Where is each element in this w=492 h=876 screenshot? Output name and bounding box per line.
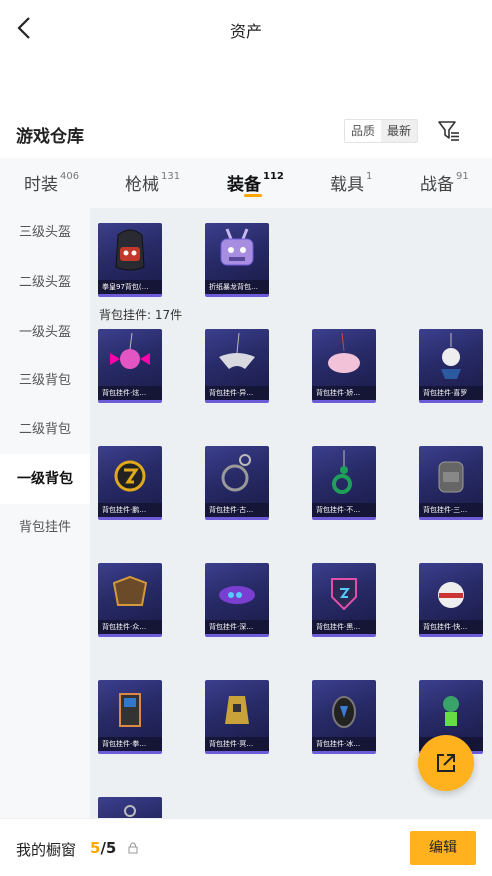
jade-pendant-icon <box>332 450 352 494</box>
pendant-group-label: 背包挂件: 17件 <box>99 308 183 322</box>
tab-count: 131 <box>161 171 181 183</box>
showcase-count: 5/5 <box>90 839 116 857</box>
tab-count: 1 <box>366 171 373 183</box>
cake-pendant-icon <box>328 332 360 373</box>
tab-label: 枪械 <box>125 175 159 195</box>
arcade-pendant-icon <box>119 693 141 727</box>
tab-equipment[interactable]: 装备 112 <box>227 170 284 195</box>
item-card[interactable]: 背包挂件·冰… <box>312 680 376 754</box>
item-name: 背包挂件·冰… <box>312 737 376 751</box>
item-name: 背包挂件·古… <box>205 503 269 517</box>
item-name: 背包挂件·快… <box>419 620 483 634</box>
item-name: 背包挂件·冥… <box>205 737 269 751</box>
character-pendant-icon <box>441 333 461 379</box>
tab-fashion[interactable]: 时装 406 <box>24 170 79 195</box>
showcase-total: 5 <box>105 839 117 857</box>
item-grid: 拳皇97背包(… 折纸暴龙背包… 背包挂件: 17件 背包挂件·炫… 背包挂件·… <box>90 208 492 818</box>
pendant-icon <box>124 805 136 817</box>
tab-count: 406 <box>60 171 80 183</box>
sort-toggle: 品质 最新 <box>344 119 419 143</box>
mascot-pendant-icon <box>438 582 464 608</box>
warehouse-header: 游戏仓库 品质 最新 <box>0 116 492 150</box>
wing-pendant-icon <box>219 332 255 369</box>
item-card[interactable]: 背包挂件·古… <box>205 446 269 520</box>
ring-pendant-icon <box>221 454 251 492</box>
item-name: 折纸暴龙背包… <box>205 280 269 294</box>
item-name: 背包挂件·深… <box>205 620 269 634</box>
item-card[interactable]: 背包挂件·三… <box>419 446 483 520</box>
item-card[interactable]: 背包挂件·鹏… <box>98 446 162 520</box>
tab-gear[interactable]: 战备 91 <box>420 170 469 195</box>
external-link-icon <box>437 754 455 772</box>
mask-pendant-icon <box>332 696 356 728</box>
submarine-pendant-icon <box>219 586 255 604</box>
sidebar-item-backpack-2[interactable]: 二级背包 <box>0 405 90 455</box>
item-card[interactable]: 背包挂件·不… <box>312 446 376 520</box>
item-card[interactable]: 背包挂件·众… <box>98 563 162 637</box>
active-tab-indicator <box>244 194 262 197</box>
sidebar-item-pendants[interactable]: 背包挂件 <box>0 503 90 553</box>
filter-icon <box>438 121 459 141</box>
tab-vehicles[interactable]: 载具 1 <box>330 170 372 195</box>
item-name: 背包挂件·拳… <box>98 737 162 751</box>
tab-label: 时装 <box>24 175 58 195</box>
item-name: 拳皇97背包(… <box>98 280 162 294</box>
sidebar-item-backpack-1[interactable]: 一级背包 <box>0 454 90 504</box>
mini-backpack-pendant-icon <box>438 461 464 493</box>
tab-count: 91 <box>456 171 469 183</box>
item-card[interactable]: 背包挂件·快… <box>419 563 483 637</box>
item-name: 背包挂件·炫… <box>98 386 162 400</box>
page-title: 资产 <box>229 22 262 41</box>
warehouse-title: 游戏仓库 <box>16 127 84 147</box>
item-name: 背包挂件·喜罗 <box>419 386 483 400</box>
item-card[interactable]: 背包挂件·异… <box>205 329 269 403</box>
item-name: 背包挂件·不… <box>312 503 376 517</box>
tab-label: 载具 <box>330 175 364 195</box>
showcase-bar: 我的橱窗 5/5 编辑 <box>0 818 492 876</box>
item-card[interactable]: 背包挂件·黑… <box>312 563 376 637</box>
sort-quality-option[interactable]: 品质 <box>345 120 382 142</box>
pharaoh-pendant-icon <box>225 696 249 724</box>
showcase-label: 我的橱窗 <box>16 841 77 859</box>
doll-pendant-icon <box>443 696 459 726</box>
filter-button[interactable] <box>436 118 462 144</box>
sidebar-item-helmet-2[interactable]: 二级头盔 <box>0 258 90 308</box>
sidebar: 三级头盔 二级头盔 一级头盔 三级背包 二级背包 一级背包 背包挂件 <box>0 208 90 818</box>
item-card[interactable]: 拳皇97背包(… <box>98 223 162 297</box>
item-card[interactable] <box>98 797 162 818</box>
share-button[interactable] <box>418 735 474 791</box>
tab-count: 112 <box>263 171 284 183</box>
tab-label: 装备 <box>227 175 261 195</box>
sort-latest-option[interactable]: 最新 <box>381 120 418 142</box>
winged-helmet-pendant-icon <box>112 575 148 606</box>
backpack-icon <box>220 228 254 266</box>
item-card[interactable]: 背包挂件·深… <box>205 563 269 637</box>
item-name: 背包挂件·鹏… <box>98 503 162 517</box>
shield-pendant-icon <box>331 578 357 611</box>
emblem-pendant-icon <box>114 460 146 492</box>
candy-pendant-icon <box>110 332 150 369</box>
top-bar: 资产 <box>0 0 492 58</box>
sidebar-item-backpack-3[interactable]: 三级背包 <box>0 356 90 406</box>
sidebar-item-helmet-1[interactable]: 一级头盔 <box>0 308 90 358</box>
item-name: 背包挂件·众… <box>98 620 162 634</box>
item-name: 背包挂件·娇… <box>312 386 376 400</box>
sidebar-item-helmet-3[interactable]: 三级头盔 <box>0 208 90 258</box>
item-card[interactable]: 背包挂件·拳… <box>98 680 162 754</box>
item-card[interactable]: 背包挂件·喜罗 <box>419 329 483 403</box>
showcase-current: 5 <box>90 839 101 857</box>
item-card[interactable]: 背包挂件·娇… <box>312 329 376 403</box>
tab-label: 战备 <box>420 175 454 195</box>
category-tabs: 时装 406 枪械 131 装备 112 载具 1 战备 91 <box>0 158 492 208</box>
item-name: 背包挂件·异… <box>205 386 269 400</box>
lock-icon <box>128 842 138 854</box>
backpack-icon <box>115 229 145 271</box>
item-card[interactable]: 背包挂件·冥… <box>205 680 269 754</box>
item-card[interactable]: 背包挂件·炫… <box>98 329 162 403</box>
item-name: 背包挂件·黑… <box>312 620 376 634</box>
item-card[interactable]: 折纸暴龙背包… <box>205 223 269 297</box>
edit-button[interactable]: 编辑 <box>410 831 476 865</box>
tab-weapons[interactable]: 枪械 131 <box>125 170 180 195</box>
item-name: 背包挂件·三… <box>419 503 483 517</box>
